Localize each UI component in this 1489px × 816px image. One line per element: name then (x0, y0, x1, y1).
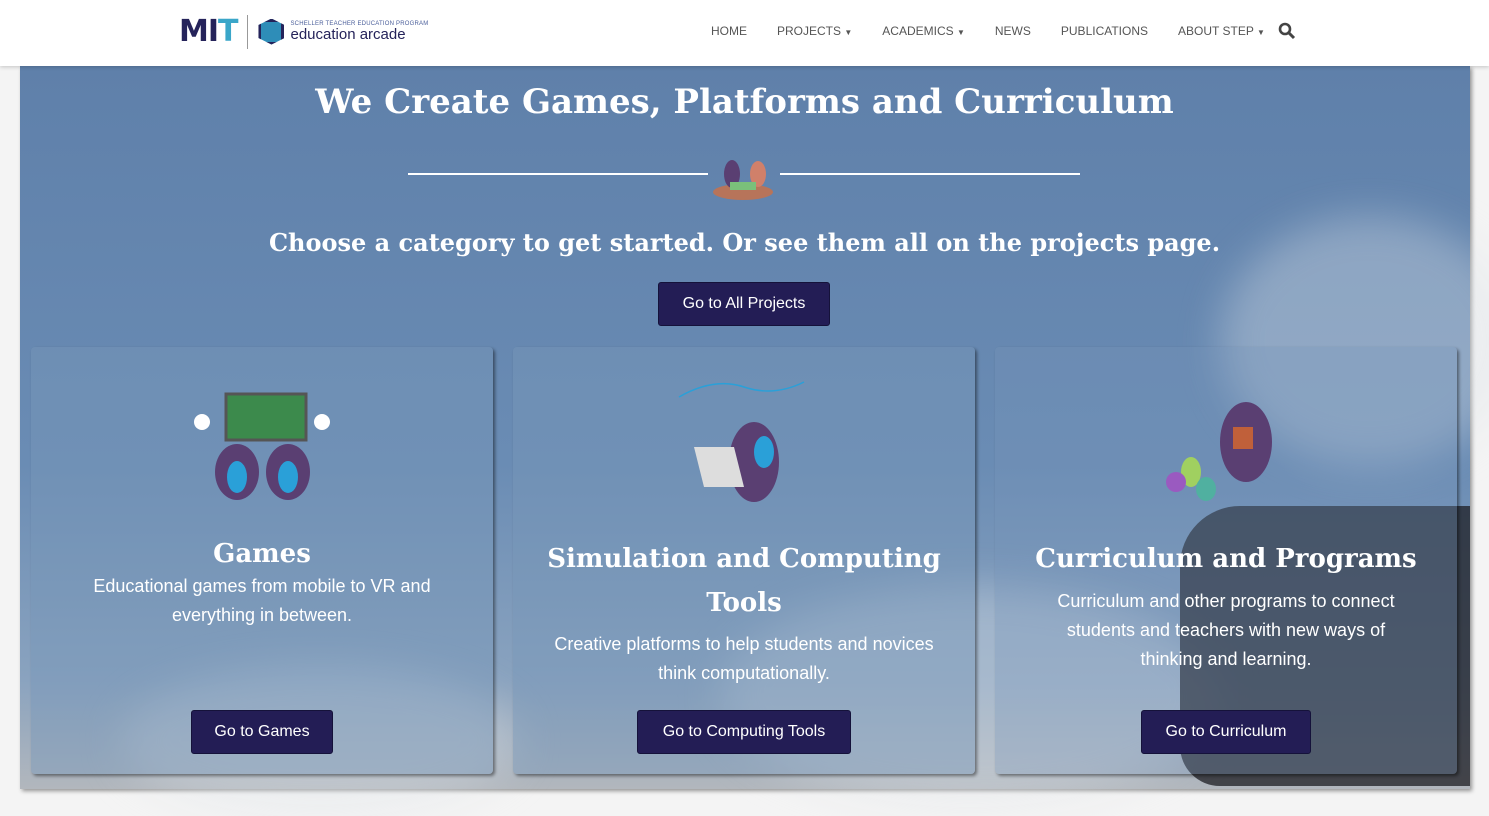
arcade-logo-icon (258, 18, 285, 45)
turtles-illustration (713, 160, 773, 200)
hero-subtitle: Choose a category to get started. Or see… (268, 228, 1221, 257)
go-to-computing-tools-button[interactable]: Go to Computing Tools (637, 710, 851, 754)
search-icon[interactable] (1278, 22, 1296, 45)
nav-publications[interactable]: PUBLICATIONS (1061, 24, 1148, 38)
card-title: Simulation and Computing Tools (547, 544, 941, 618)
nav-news[interactable]: NEWS (995, 24, 1031, 38)
nav-home[interactable]: HOME (711, 24, 747, 38)
nav-about-step[interactable]: ABOUT STEP ▼ (1178, 24, 1265, 38)
divider (780, 173, 1080, 175)
card-text: Curriculum and other programs to connect… (1057, 591, 1395, 669)
games-illustration (194, 392, 330, 500)
caret-down-icon: ▼ (844, 28, 853, 37)
navbar: MIT SCHELLER TEACHER EDUCATION PROGRAM e… (0, 0, 1489, 66)
caret-down-icon: ▼ (1256, 28, 1265, 37)
card-title: Curriculum and Programs (1035, 544, 1417, 574)
main-menu: HOME PROJECTS ▼ ACADEMICS ▼ NEWS PUBLICA… (711, 24, 1295, 38)
nav-academics[interactable]: ACADEMICS ▼ (882, 24, 965, 38)
computing-illustration (678, 381, 805, 502)
go-to-games-button[interactable]: Go to Games (191, 710, 333, 754)
curriculum-illustration (1166, 402, 1272, 501)
mit-logo: MIT (179, 14, 239, 49)
logo[interactable]: MIT SCHELLER TEACHER EDUCATION PROGRAM e… (179, 14, 428, 49)
hero-title: We Create Games, Platforms and Curriculu… (315, 82, 1174, 122)
divider (408, 173, 708, 175)
card-text: Educational games from mobile to VR and … (93, 576, 431, 625)
all-projects-button[interactable]: Go to All Projects (658, 282, 830, 326)
card-text: Creative platforms to help students and … (554, 634, 934, 683)
go-to-curriculum-button[interactable]: Go to Curriculum (1141, 710, 1311, 754)
logo-name: education arcade (290, 26, 406, 43)
card-title: Games (213, 539, 311, 569)
caret-down-icon: ▼ (956, 28, 965, 37)
nav-projects[interactable]: PROJECTS ▼ (777, 24, 852, 38)
logo-divider (247, 14, 249, 49)
